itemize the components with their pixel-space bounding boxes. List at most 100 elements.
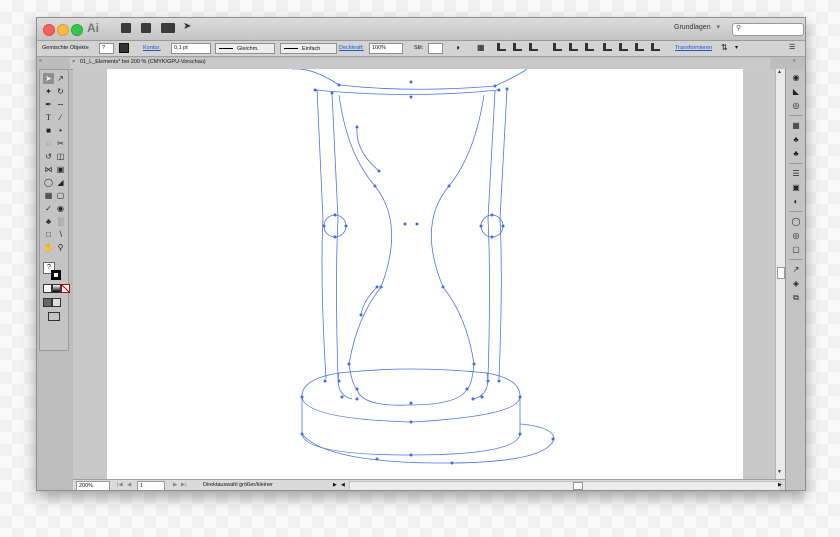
previous-artboard-icon[interactable]: ◀ (127, 481, 131, 489)
selection-tool-icon[interactable]: ➤ (43, 73, 54, 84)
close-icon[interactable]: × (72, 59, 75, 65)
anchor-point[interactable] (479, 224, 483, 228)
gradient-mode-button[interactable] (52, 284, 61, 293)
bridge-icon[interactable] (121, 23, 131, 33)
anchor-point[interactable] (465, 387, 469, 391)
anchor-point[interactable] (409, 401, 413, 405)
brush-definition-dropdown[interactable]: Einfach (280, 43, 337, 54)
anchor-point[interactable] (409, 80, 413, 84)
hourglass-artwork[interactable] (107, 68, 743, 479)
transform-link[interactable]: Transformieren (675, 43, 712, 53)
anchor-point[interactable] (486, 379, 490, 383)
distribute-center-icon[interactable] (619, 43, 628, 51)
shape-builder-tool-icon[interactable]: ◯ (43, 177, 54, 188)
anchor-point[interactable] (490, 235, 494, 239)
align-top-icon[interactable] (553, 43, 562, 51)
align-bottom-icon[interactable] (585, 43, 594, 51)
direct-selection-tool-icon[interactable]: ↗ (55, 73, 66, 84)
line-tool-icon[interactable]: ∕ (55, 112, 66, 123)
graphic-style-picker[interactable] (428, 43, 443, 54)
anchor-point[interactable] (403, 222, 407, 226)
lasso-tool-icon[interactable]: ↻ (55, 86, 66, 97)
anchor-point[interactable] (344, 224, 348, 228)
control-panel-menu-icon[interactable]: ▾ (735, 43, 738, 53)
collapse-tools-icon[interactable]: » (39, 58, 42, 64)
anchor-point[interactable] (493, 84, 497, 88)
zoom-window-button[interactable] (71, 24, 83, 36)
align-right-icon[interactable] (529, 43, 538, 51)
anchor-point[interactable] (472, 362, 476, 366)
anchor-point[interactable] (300, 395, 304, 399)
magic-wand-tool-icon[interactable]: ✦ (43, 86, 54, 97)
align-middle-icon[interactable] (569, 43, 578, 51)
anchor-point[interactable] (359, 313, 363, 317)
minimize-window-button[interactable] (57, 24, 69, 36)
anchor-point[interactable] (347, 362, 351, 366)
anchor-point[interactable] (313, 88, 317, 92)
anchor-point[interactable] (409, 453, 413, 457)
distribute-bottom-icon[interactable] (635, 43, 644, 51)
anchor-point[interactable] (300, 432, 304, 436)
blend-tool-icon[interactable]: ◉ (55, 203, 66, 214)
gradient-tool-icon[interactable]: ▢ (55, 190, 66, 201)
anchor-point[interactable] (322, 224, 326, 228)
scroll-up-icon[interactable]: ▲ (777, 69, 782, 75)
anchor-point[interactable] (450, 461, 454, 465)
horizontal-scrollbar[interactable] (349, 481, 781, 490)
arrange-documents-icon[interactable] (161, 23, 175, 33)
color-icon[interactable]: ◉ (791, 73, 801, 83)
anchor-point[interactable] (333, 213, 337, 217)
swatches-icon[interactable]: ◎ (791, 101, 801, 111)
isolate-group-icon[interactable]: ⇅ (721, 43, 728, 53)
anchor-point[interactable] (375, 457, 379, 461)
vertical-scrollbar[interactable]: ▲ ▼ (775, 69, 785, 479)
anchor-point[interactable] (379, 285, 383, 289)
stroke-link[interactable]: Kontur: (143, 43, 161, 53)
links-icon[interactable]: ↗ (791, 265, 801, 275)
zoom-level-dropdown[interactable]: 200% (76, 481, 110, 490)
curvature-tool-icon[interactable]: ∽ (55, 99, 66, 110)
anchor-point[interactable] (480, 395, 484, 399)
anchor-point[interactable] (375, 285, 379, 289)
anchor-point[interactable] (490, 213, 494, 217)
last-artboard-icon[interactable]: ▶| (181, 481, 187, 489)
none-mode-button[interactable] (61, 284, 70, 293)
anchor-point[interactable] (337, 83, 341, 87)
panel-options-icon[interactable]: ☰ (789, 43, 795, 53)
stroke-color-box[interactable] (51, 270, 61, 280)
status-menu-icon[interactable]: ▶ (333, 481, 337, 489)
anchor-point[interactable] (355, 397, 359, 401)
type-tool-icon[interactable]: T (43, 112, 54, 123)
stroke-swatch[interactable] (119, 43, 129, 53)
anchor-point[interactable] (471, 397, 475, 401)
distribute-top-icon[interactable] (603, 43, 612, 51)
first-artboard-icon[interactable]: |◀ (117, 481, 123, 489)
anchor-point[interactable] (333, 235, 337, 239)
transparency-icon[interactable]: ◐ (791, 197, 801, 207)
anchor-point[interactable] (497, 88, 501, 92)
anchor-point[interactable] (330, 91, 334, 95)
opacity-input[interactable]: 100% (369, 43, 403, 54)
mesh-tool-icon[interactable]: ▦ (43, 190, 54, 201)
free-transform-tool-icon[interactable]: ▣ (55, 164, 66, 175)
anchor-point[interactable] (501, 224, 505, 228)
image-trace-icon[interactable]: ◎ (791, 231, 801, 241)
anchor-point[interactable] (518, 395, 522, 399)
perspective-tool-icon[interactable]: ◢ (55, 177, 66, 188)
eyedropper-tool-icon[interactable]: ✓ (43, 203, 54, 214)
align-center-icon[interactable] (513, 43, 522, 51)
anchor-point[interactable] (518, 432, 522, 436)
next-artboard-icon[interactable]: ▶ (173, 481, 177, 489)
anchor-point[interactable] (497, 379, 501, 383)
pathfinder-icon[interactable]: ⧉ (791, 293, 801, 303)
workspace-switcher[interactable]: Grundlagen ▾ (674, 23, 720, 31)
scale-tool-icon[interactable]: ◫ (55, 151, 66, 162)
align-to-icon[interactable]: ▦ (477, 43, 485, 53)
rotate-tool-icon[interactable]: ↺ (43, 151, 54, 162)
search-field[interactable]: ⚲ (732, 23, 804, 36)
zoom-tool-icon[interactable]: ⚲ (55, 242, 66, 253)
artboard-tool-icon[interactable]: □ (43, 229, 54, 240)
artboards-icon[interactable]: ◈ (791, 279, 801, 289)
rectangle-tool-icon[interactable]: ■ (43, 125, 54, 136)
anchor-point[interactable] (355, 387, 359, 391)
